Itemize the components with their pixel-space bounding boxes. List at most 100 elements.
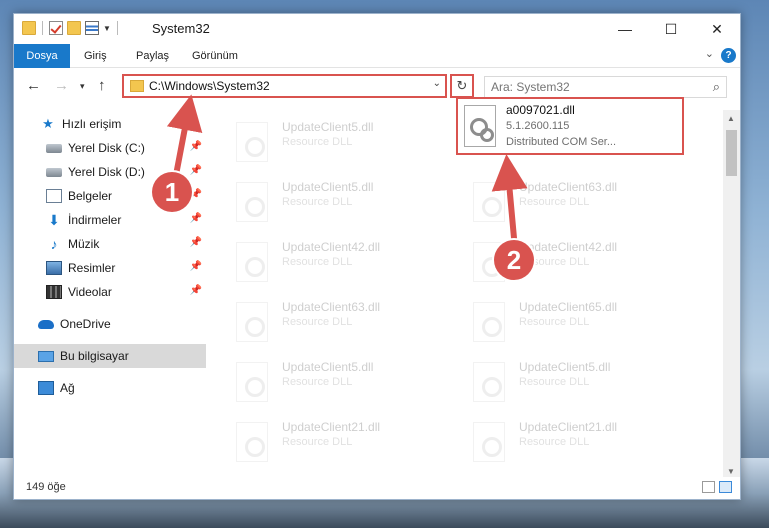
step-marker-1: 1 [152, 172, 192, 212]
details-view-icon[interactable] [702, 481, 715, 493]
tab-share[interactable]: Paylaş [136, 44, 169, 68]
file-name: UpdateClient21.dll [519, 420, 618, 434]
sidebar-item-label: Videolar [68, 285, 112, 299]
sidebar-item-pictures[interactable]: Resimler 📌 [14, 256, 206, 280]
file-name: UpdateClient5.dll [282, 180, 374, 194]
sidebar-item-onedrive[interactable]: OneDrive [14, 312, 206, 336]
file-name: UpdateClient5.dll [282, 120, 374, 134]
list-item[interactable]: UpdateClient63.dll Resource DLL [449, 174, 679, 230]
tab-view[interactable]: Görünüm [192, 44, 238, 68]
sidebar-item-label: Yerel Disk (C:) [68, 141, 145, 155]
download-icon: ⬇ [48, 212, 60, 228]
sidebar-item-label: Yerel Disk (D:) [68, 165, 145, 179]
dll-file-icon [236, 422, 268, 462]
list-item[interactable]: UpdateClient65.dll Resource DLL [449, 294, 679, 350]
pin-icon: 📌 [189, 213, 202, 224]
file-name: UpdateClient21.dll [282, 420, 381, 434]
sidebar-item-label: İndirmeler [68, 213, 122, 227]
dll-file-icon [236, 362, 268, 402]
file-explorer-window: ▼ System32 — ☐ ✕ Dosya Giriş Paylaş Görü… [13, 13, 741, 500]
navigation-pane: ★ Hızlı erişim Yerel Disk (C:) 📌 Yerel D… [14, 110, 206, 470]
pin-icon: 📌 [189, 237, 202, 248]
minimize-button[interactable]: — [602, 14, 648, 44]
file-name: a0097021.dll [506, 103, 575, 117]
file-type: Resource DLL [282, 136, 353, 148]
file-type: Resource DLL [282, 316, 353, 328]
list-item[interactable]: UpdateClient63.dll Resource DLL [212, 294, 442, 350]
refresh-button[interactable]: ↻ [450, 74, 474, 98]
file-name: UpdateClient63.dll [282, 300, 381, 314]
file-name: UpdateClient65.dll [519, 300, 618, 314]
file-name: UpdateClient42.dll [519, 240, 618, 254]
list-item[interactable]: UpdateClient21.dll Resource DLL [449, 414, 679, 470]
back-arrow-icon[interactable]: ← [26, 77, 41, 94]
list-item[interactable]: UpdateClient5.dll Resource DLL [449, 354, 679, 410]
list-item[interactable]: UpdateClient42.dll Resource DLL [212, 234, 442, 290]
chevron-down-icon[interactable]: ⌄ [433, 78, 441, 89]
pin-icon: 📌 [189, 165, 202, 176]
target-dll-file[interactable]: a0097021.dll 5.1.2600.115 Distributed CO… [456, 97, 684, 155]
step-marker-2: 2 [494, 240, 534, 280]
file-name: UpdateClient42.dll [282, 240, 381, 254]
address-bar[interactable]: ⌄ [122, 74, 447, 98]
file-type: Resource DLL [282, 196, 353, 208]
vertical-scrollbar[interactable]: ▲ ▼ [723, 110, 740, 480]
list-item[interactable]: UpdateClient5.dll Resource DLL [212, 114, 442, 170]
search-input[interactable] [485, 80, 700, 94]
sidebar-item-label: Hızlı erişim [62, 117, 122, 131]
sidebar-item-network[interactable]: Ağ [14, 376, 206, 400]
properties-icon[interactable] [85, 21, 99, 35]
file-type: Resource DLL [519, 376, 590, 388]
chevron-down-icon[interactable]: ▼ [103, 24, 111, 33]
file-name: UpdateClient5.dll [519, 360, 611, 374]
scrollbar-thumb[interactable] [726, 130, 737, 176]
folder-icon[interactable] [22, 21, 36, 35]
sidebar-item-quick-access[interactable]: ★ Hızlı erişim [14, 112, 206, 136]
list-item[interactable]: UpdateClient5.dll Resource DLL [212, 354, 442, 410]
sidebar-item-local-disk-c[interactable]: Yerel Disk (C:) 📌 [14, 136, 206, 160]
help-icon[interactable]: ? [721, 48, 736, 63]
up-arrow-icon[interactable]: ↑ [98, 77, 106, 94]
sidebar-item-label: Ağ [60, 381, 75, 395]
window-title: System32 [152, 21, 210, 36]
address-input[interactable] [149, 79, 429, 93]
close-button[interactable]: ✕ [694, 14, 740, 44]
view-switcher [702, 481, 732, 493]
dll-file-icon [236, 182, 268, 222]
recent-locations-icon[interactable]: ▾ [80, 81, 85, 92]
list-item[interactable]: UpdateClient21.dll Resource DLL [212, 414, 442, 470]
sidebar-item-label: Müzik [68, 237, 100, 251]
sidebar-item-this-pc[interactable]: Bu bilgisayar [14, 344, 206, 368]
sidebar-item-label: OneDrive [60, 317, 111, 331]
file-description: Distributed COM Ser... [506, 136, 617, 148]
scroll-down-icon[interactable]: ▼ [727, 467, 735, 476]
file-name: UpdateClient5.dll [282, 360, 374, 374]
dll-file-icon [473, 422, 505, 462]
file-type: Resource DLL [519, 436, 590, 448]
scroll-up-icon[interactable]: ▲ [727, 114, 735, 123]
sidebar-item-music[interactable]: ♪ Müzik 📌 [14, 232, 206, 256]
maximize-button[interactable]: ☐ [648, 14, 694, 44]
sidebar-item-downloads[interactable]: ⬇ İndirmeler 📌 [14, 208, 206, 232]
pin-icon: 📌 [189, 261, 202, 272]
toolbar-separator [42, 21, 43, 35]
large-icons-view-icon[interactable] [719, 481, 732, 493]
expand-ribbon-icon[interactable]: ⌄ [705, 47, 714, 60]
sidebar-item-label: Belgeler [68, 189, 113, 203]
file-type: Resource DLL [519, 196, 590, 208]
list-item[interactable]: UpdateClient42.dll Resource DLL [449, 234, 679, 290]
search-box[interactable]: ⌕ [484, 76, 727, 98]
tab-home[interactable]: Giriş [84, 44, 107, 68]
sidebar-item-videos[interactable]: Videolar 📌 [14, 280, 206, 304]
dll-file-icon [236, 122, 268, 162]
documents-icon [46, 189, 62, 203]
properties-check-icon[interactable] [49, 21, 63, 35]
forward-arrow-icon[interactable]: → [54, 77, 69, 94]
window-controls: — ☐ ✕ [602, 14, 740, 44]
star-icon: ★ [42, 116, 54, 131]
new-folder-icon[interactable] [67, 21, 81, 35]
search-icon[interactable]: ⌕ [713, 79, 720, 95]
list-item[interactable]: UpdateClient5.dll Resource DLL [212, 174, 442, 230]
ribbon-tabs: Dosya Giriş Paylaş Görünüm ⌄ ? [14, 44, 740, 100]
file-version: 5.1.2600.115 [506, 120, 570, 132]
